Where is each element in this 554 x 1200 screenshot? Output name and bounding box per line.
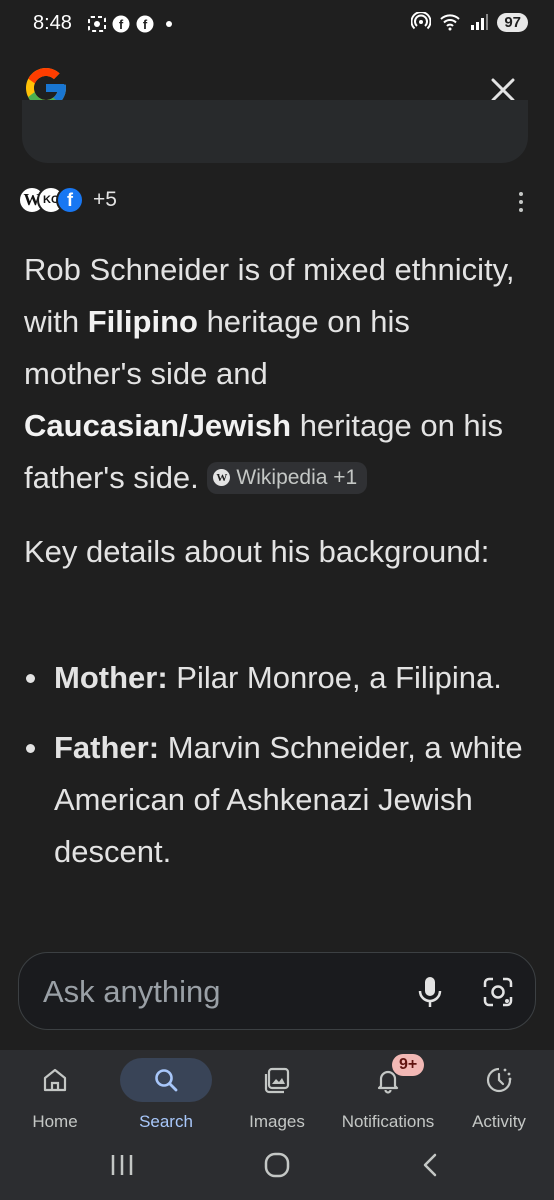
answer-bullet-list: Mother: Pilar Monroe, a Filipina. Father… xyxy=(24,652,524,896)
status-bar: 8:48 f f 97 xyxy=(0,0,554,50)
status-left-icons: f f xyxy=(88,15,178,33)
bullet-text: Pilar Monroe, a Filipina. xyxy=(167,660,502,695)
ask-input[interactable] xyxy=(41,971,405,1013)
answer-bold-text: Caucasian/Jewish xyxy=(24,408,292,443)
nav-label: Notifications xyxy=(341,1112,435,1131)
more-sources-count: +5 xyxy=(93,188,117,211)
svg-text:f: f xyxy=(143,17,148,32)
bullet-label: Father: xyxy=(54,730,160,765)
images-icon xyxy=(264,1067,290,1094)
nav-label: Activity xyxy=(472,1112,526,1131)
nav-notifications[interactable]: 9+ Notifications xyxy=(333,1054,443,1132)
status-right-icons: 97 xyxy=(411,12,528,32)
wifi-icon xyxy=(440,14,461,31)
more-options-icon[interactable] xyxy=(516,192,526,214)
nav-label: Search xyxy=(139,1112,193,1131)
home-icon xyxy=(43,1068,67,1092)
system-navigation-bar xyxy=(0,1140,554,1190)
signal-icon xyxy=(471,14,489,30)
answer-bold-text: Filipino xyxy=(87,304,198,339)
notification-badge: 9+ xyxy=(392,1054,425,1076)
nav-label: Home xyxy=(32,1112,78,1131)
wikipedia-icon: W xyxy=(213,469,231,487)
battery-badge: 97 xyxy=(497,12,528,32)
back-icon[interactable] xyxy=(420,1152,440,1178)
nav-activity[interactable]: Activity xyxy=(444,1058,554,1132)
facebook-icon: f xyxy=(136,15,154,33)
nav-search[interactable]: Search xyxy=(111,1058,221,1132)
microphone-icon[interactable] xyxy=(415,975,445,1009)
list-item: Mother: Pilar Monroe, a Filipina. xyxy=(24,652,524,704)
citation-label: Wikipedia +1 xyxy=(236,465,358,489)
bullet-label: Mother: xyxy=(54,660,168,695)
facebook-icon: f xyxy=(112,15,130,33)
search-icon xyxy=(155,1069,178,1092)
citation-chip[interactable]: W Wikipedia +1 xyxy=(207,461,368,494)
dot-icon xyxy=(166,21,172,27)
nav-label: Images xyxy=(249,1112,305,1131)
hotspot-icon xyxy=(411,12,432,30)
list-item: Father: Marvin Schneider, a white Americ… xyxy=(24,722,524,878)
ai-answer-paragraph: Rob Schneider is of mixed ethnicity, wit… xyxy=(24,244,524,504)
svg-text:f: f xyxy=(119,17,124,32)
status-time: 8:48 xyxy=(33,12,72,34)
ask-bar xyxy=(18,952,536,1030)
screenshot-icon xyxy=(88,16,106,32)
previous-card-edge xyxy=(22,100,528,163)
answer-subheading: Key details about his background: xyxy=(24,534,490,569)
facebook-source-icon: f xyxy=(56,186,84,214)
recent-apps-icon[interactable] xyxy=(110,1152,134,1178)
nav-home[interactable]: Home xyxy=(0,1058,110,1132)
source-badges[interactable]: W KC f +5 xyxy=(18,186,117,214)
nav-images[interactable]: Images xyxy=(222,1058,332,1132)
home-button-icon[interactable] xyxy=(263,1152,291,1178)
google-lens-icon[interactable] xyxy=(481,975,515,1009)
activity-icon xyxy=(486,1067,512,1093)
